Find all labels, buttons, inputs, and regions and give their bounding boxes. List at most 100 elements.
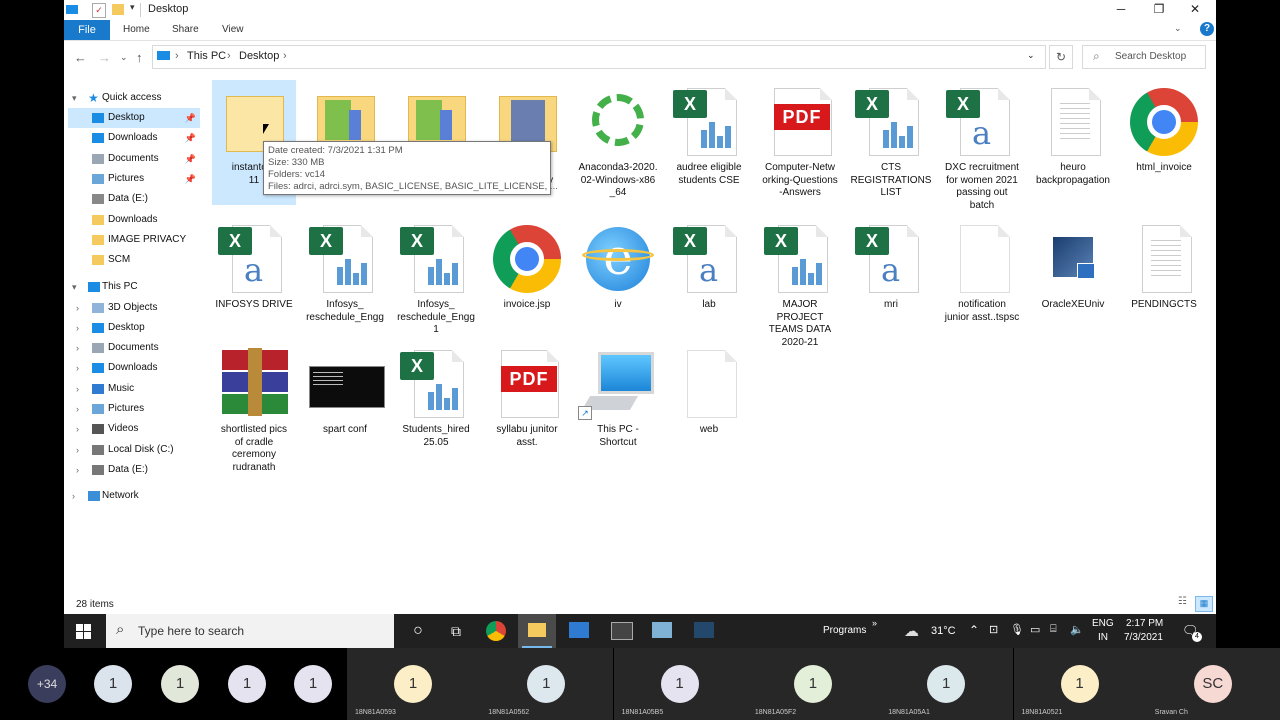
sidebar-item-quick-documents[interactable]: Documents 📌 xyxy=(68,149,200,169)
participant-tile[interactable]: 1 18N81A05A1 xyxy=(880,648,1014,720)
tab-view[interactable]: View xyxy=(222,24,244,35)
tab-share[interactable]: Share xyxy=(172,24,199,35)
chevron-right-icon[interactable]: › xyxy=(76,379,79,399)
maximize-button[interactable]: ❐ xyxy=(1140,0,1178,20)
sidebar-item-pc-downloads[interactable]: › Downloads xyxy=(68,358,200,378)
onedrive-icon[interactable]: ⊡ xyxy=(989,623,998,636)
taskbar-search[interactable]: ⌕ Type here to search xyxy=(106,614,394,648)
recent-locations-button[interactable]: ⌄ xyxy=(120,52,128,63)
up-button[interactable]: ↑ xyxy=(136,50,143,65)
network-status-icon[interactable]: ⌸ xyxy=(1050,623,1057,636)
file-item-this-pc[interactable]: ↗ This PC - Shortcut xyxy=(576,342,660,467)
help-icon[interactable]: ? xyxy=(1200,22,1214,36)
chevron-down-icon[interactable]: ▾ xyxy=(72,88,77,108)
file-item-major-project[interactable]: X MAJOR PROJECT TEAMS DATA 2020-21 xyxy=(758,217,842,348)
chevron-right-icon[interactable]: › xyxy=(76,298,79,318)
chevron-right-icon[interactable]: › xyxy=(76,358,79,378)
region-code[interactable]: IN xyxy=(1098,632,1108,643)
participant-avatar[interactable]: 1 xyxy=(161,665,199,703)
minimize-button[interactable]: ─ xyxy=(1102,0,1140,20)
participant-tile[interactable]: 1 18N81A0521 xyxy=(1013,648,1147,720)
nav-quick-access[interactable]: ▾ ★ Quick access xyxy=(68,88,200,108)
participant-tile[interactable]: 1 18N81A0593 xyxy=(347,648,480,720)
clock-date[interactable]: 7/3/2021 xyxy=(1124,632,1163,643)
terminal-taskbar-icon[interactable] xyxy=(611,622,633,640)
cortana-icon[interactable]: ○ xyxy=(406,619,430,643)
participant-tile[interactable]: SC Sravan Ch xyxy=(1146,648,1280,720)
file-item-invoice-jsp[interactable]: invoice.jsp xyxy=(485,217,569,342)
file-item-shortlisted-pics[interactable]: shortlisted pics of cradle ceremony rudr… xyxy=(212,342,296,473)
file-item-cts[interactable]: X CTS REGISTRATIONS LIST xyxy=(849,80,933,205)
file-item-spart-conf[interactable]: spart conf xyxy=(303,342,387,467)
battery-icon[interactable]: ▭ xyxy=(1030,623,1040,636)
sidebar-item-quick-data-e-[interactable]: Data (E:) xyxy=(68,189,200,209)
chrome-taskbar-icon[interactable] xyxy=(486,621,506,641)
refresh-button[interactable]: ↻ xyxy=(1049,45,1073,69)
participant-avatar[interactable]: 1 xyxy=(228,665,266,703)
file-item-heuro[interactable]: heuro backpropagation xyxy=(1031,80,1115,205)
large-icons-view-icon[interactable]: ▦ xyxy=(1195,596,1213,612)
app-taskbar-icon[interactable] xyxy=(652,622,672,638)
participant-tile[interactable]: 1 18N81A05B5 xyxy=(613,648,747,720)
breadcrumb-this-pc[interactable]: This PC xyxy=(187,50,226,62)
chevron-right-icon[interactable]: › xyxy=(76,419,79,439)
app-taskbar-icon[interactable] xyxy=(694,622,714,638)
sidebar-item-quick-downloads[interactable]: Downloads xyxy=(68,210,200,230)
windows-start-icon[interactable] xyxy=(76,624,91,639)
clock-time[interactable]: 2:17 PM xyxy=(1126,618,1163,629)
chevron-right-icon[interactable]: › xyxy=(76,399,79,419)
chevron-down-icon[interactable]: ▾ xyxy=(72,277,77,297)
properties-icon[interactable]: ✓ xyxy=(92,3,106,18)
participant-avatar[interactable]: 1 xyxy=(94,665,132,703)
sidebar-item-pc-data-e-[interactable]: › Data (E:) xyxy=(68,460,200,480)
nav-this-pc[interactable]: ▾ This PC xyxy=(68,277,200,297)
file-item-html-invoice[interactable]: html_invoice xyxy=(1122,80,1206,205)
weather-temperature[interactable]: 31°C xyxy=(931,625,956,637)
file-item-lab[interactable]: Xa lab xyxy=(667,217,751,342)
file-item-notification[interactable]: notification junior asst..tspsc xyxy=(940,217,1024,342)
chevron-right-icon[interactable]: › xyxy=(72,486,75,506)
file-item-computer-netw[interactable]: PDF Computer-Netw orking-Questions -Answe… xyxy=(758,80,842,205)
file-item-students-hired[interactable]: X Students_hired 25.05 xyxy=(394,342,478,467)
file-item-anaconda3-2020[interactable]: Anaconda3-2020. 02-Windows-x86 _64 xyxy=(576,80,660,205)
file-item-audree-eligible[interactable]: Xaudree eligible students CSE xyxy=(667,80,751,205)
back-button[interactable]: ← xyxy=(74,50,87,65)
language-code[interactable]: ENG xyxy=(1092,618,1114,629)
file-item-infosys[interactable]: X Infosys_ reschedule_Engg xyxy=(303,217,387,342)
chevron-right-icon[interactable]: › xyxy=(76,318,79,338)
sidebar-item-quick-pictures[interactable]: Pictures 📌 xyxy=(68,169,200,189)
participant-avatar[interactable]: 1 xyxy=(294,665,332,703)
sidebar-item-pc-music[interactable]: › Music xyxy=(68,379,200,399)
details-view-icon[interactable]: ☷ xyxy=(1178,596,1192,609)
app-taskbar-icon[interactable] xyxy=(569,622,589,638)
new-folder-icon[interactable] xyxy=(112,4,124,15)
file-item-iv[interactable]: e iv xyxy=(576,217,660,342)
overflow-participants[interactable]: +34 xyxy=(28,665,66,703)
chevron-right-icon[interactable]: › xyxy=(76,460,79,480)
file-item-mri[interactable]: Xa mri xyxy=(849,217,933,342)
explorer-taskbar-active[interactable] xyxy=(518,614,556,648)
tab-home[interactable]: Home xyxy=(123,24,150,35)
sidebar-item-pc-videos[interactable]: › Videos xyxy=(68,419,200,439)
address-bar[interactable]: › This PC › Desktop › ⌄ xyxy=(152,45,1046,69)
chevron-right-icon[interactable]: › xyxy=(76,338,79,358)
sidebar-item-quick-scm[interactable]: SCM xyxy=(68,250,200,270)
sidebar-item-pc-pictures[interactable]: › Pictures xyxy=(68,399,200,419)
file-item-infosys-drive[interactable]: Xa INFOSYS DRIVE xyxy=(212,217,296,342)
sidebar-item-pc-3d-objects[interactable]: › 3D Objects xyxy=(68,298,200,318)
sidebar-item-quick-downloads[interactable]: Downloads 📌 xyxy=(68,128,200,148)
programs-toolbar[interactable]: Programs xyxy=(823,625,866,636)
chevron-up-icon[interactable]: ⌃ xyxy=(969,623,979,637)
participant-tile[interactable]: 1 18N81A0562 xyxy=(480,648,614,720)
sidebar-item-quick-image-privacy[interactable]: IMAGE PRIVACY xyxy=(68,230,200,250)
participant-tile[interactable]: 1 18N81A05F2 xyxy=(746,648,880,720)
file-item-infosys[interactable]: X Infosys_ reschedule_Engg 1 xyxy=(394,217,478,342)
nav-network[interactable]: › Network xyxy=(68,486,200,506)
microphone-icon[interactable]: 🎙 xyxy=(1010,623,1024,636)
search-box[interactable]: ⌕ Search Desktop xyxy=(1082,45,1206,69)
address-dropdown-icon[interactable]: ⌄ xyxy=(1027,50,1035,61)
sidebar-item-pc-desktop[interactable]: › Desktop xyxy=(68,318,200,338)
file-item-pendingcts[interactable]: PENDINGCTS xyxy=(1122,217,1206,342)
breadcrumb-separator[interactable]: › xyxy=(175,50,179,62)
chevron-right-icon[interactable]: › xyxy=(76,440,79,460)
